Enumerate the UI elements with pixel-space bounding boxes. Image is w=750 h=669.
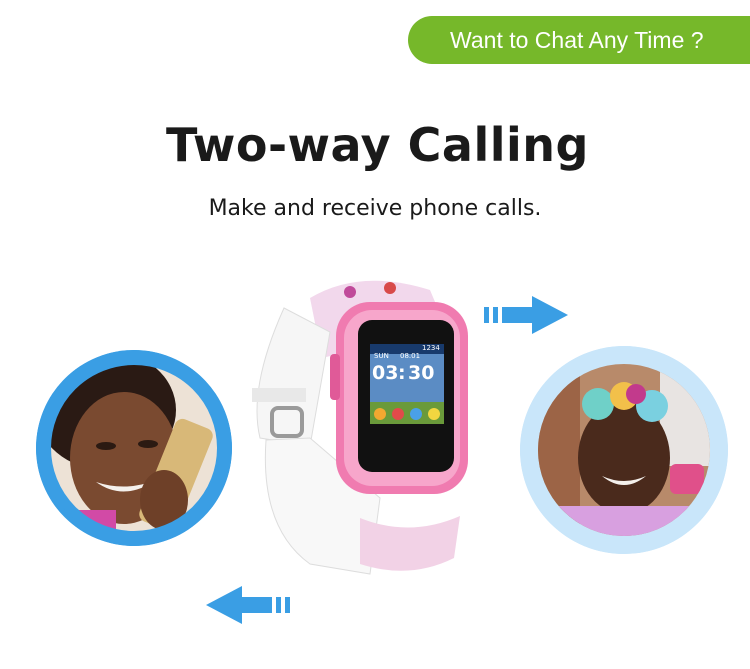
watch-date: 08.01	[400, 352, 421, 360]
receiver-photo-image	[520, 346, 728, 554]
watch-colon: :	[398, 362, 406, 384]
page-subtitle: Make and receive phone calls.	[208, 196, 542, 221]
arrow-right-icon	[484, 296, 568, 334]
arrow-left-icon	[206, 586, 290, 624]
watch-number: 1234	[422, 344, 440, 352]
chat-banner: Want to Chat Any Time ?	[408, 16, 750, 64]
receiver-photo	[520, 346, 728, 554]
watch-minutes: 30	[408, 362, 435, 384]
smartwatch-image	[240, 268, 480, 580]
page-title: Two-way Calling	[166, 118, 589, 172]
chat-banner-text: Want to Chat Any Time ?	[450, 27, 704, 53]
watch-screen: SUN 08.01 1234 03 : 30	[370, 344, 444, 402]
watch-day: SUN	[374, 352, 389, 360]
caller-photo	[36, 350, 232, 546]
caller-photo-image	[36, 350, 232, 546]
watch-hours: 03	[372, 362, 399, 384]
